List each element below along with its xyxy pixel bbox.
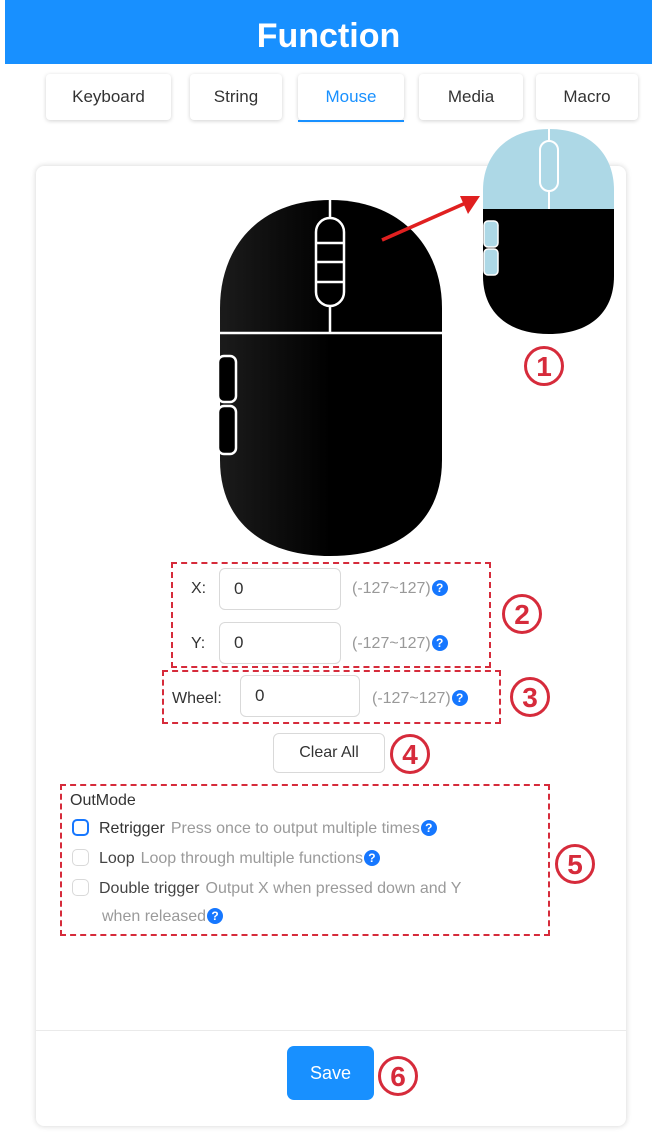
tab-media[interactable]: Media (419, 74, 523, 120)
outmode-title: OutMode (70, 792, 136, 809)
x-input[interactable] (219, 568, 341, 610)
page-title: Function (256, 17, 401, 55)
callout-5: 5 (555, 844, 595, 884)
save-button[interactable]: Save (287, 1046, 374, 1100)
help-icon[interactable]: ? (207, 908, 224, 924)
side-button-back (216, 404, 238, 456)
x-label: X: (191, 580, 207, 597)
side-button-forward (216, 354, 238, 404)
wheel-input[interactable] (240, 675, 360, 717)
tab-macro[interactable]: Macro (536, 74, 638, 120)
arrow-icon (381, 196, 480, 242)
checkbox-icon[interactable] (72, 879, 89, 896)
checkbox-icon[interactable] (72, 819, 89, 836)
mouse-icon[interactable] (216, 198, 444, 558)
wheel-label: Wheel: (172, 690, 222, 707)
card-footer-divider (36, 1030, 626, 1031)
wheel-range: (-127~127)? (372, 689, 468, 709)
outmode-option-double-trigger-desc: when released? (102, 905, 224, 929)
y-input[interactable] (219, 622, 341, 664)
callout-2: 2 (502, 594, 542, 634)
help-icon[interactable]: ? (363, 850, 380, 866)
help-icon[interactable]: ? (431, 580, 448, 596)
callout-6: 6 (378, 1056, 418, 1096)
clear-all-button[interactable]: Clear All (273, 733, 385, 773)
help-icon[interactable]: ? (451, 690, 468, 706)
callout-1: 1 (524, 346, 564, 386)
checkbox-icon[interactable] (72, 849, 89, 866)
y-range: (-127~127)? (352, 634, 448, 654)
tab-keyboard[interactable]: Keyboard (46, 74, 171, 120)
function-tabs: Keyboard String Mouse Media Macro (40, 72, 640, 124)
page-header: Function (5, 0, 652, 64)
x-range: (-127~127)? (352, 579, 448, 599)
outmode-option-loop[interactable]: Loop Loop through multiple functions? (72, 847, 380, 871)
mouse-highlight-icon (483, 129, 614, 334)
y-label: Y: (191, 635, 206, 652)
tab-string[interactable]: String (190, 74, 282, 120)
callout-4: 4 (390, 734, 430, 774)
outmode-option-retrigger[interactable]: Retrigger Press once to output multiple t… (72, 817, 437, 841)
outmode-option-double-trigger[interactable]: Double trigger Output X when pressed down… (72, 877, 461, 901)
tab-mouse[interactable]: Mouse (298, 74, 404, 122)
help-icon[interactable]: ? (431, 635, 448, 651)
callout-3: 3 (510, 677, 550, 717)
help-icon[interactable]: ? (420, 820, 437, 836)
